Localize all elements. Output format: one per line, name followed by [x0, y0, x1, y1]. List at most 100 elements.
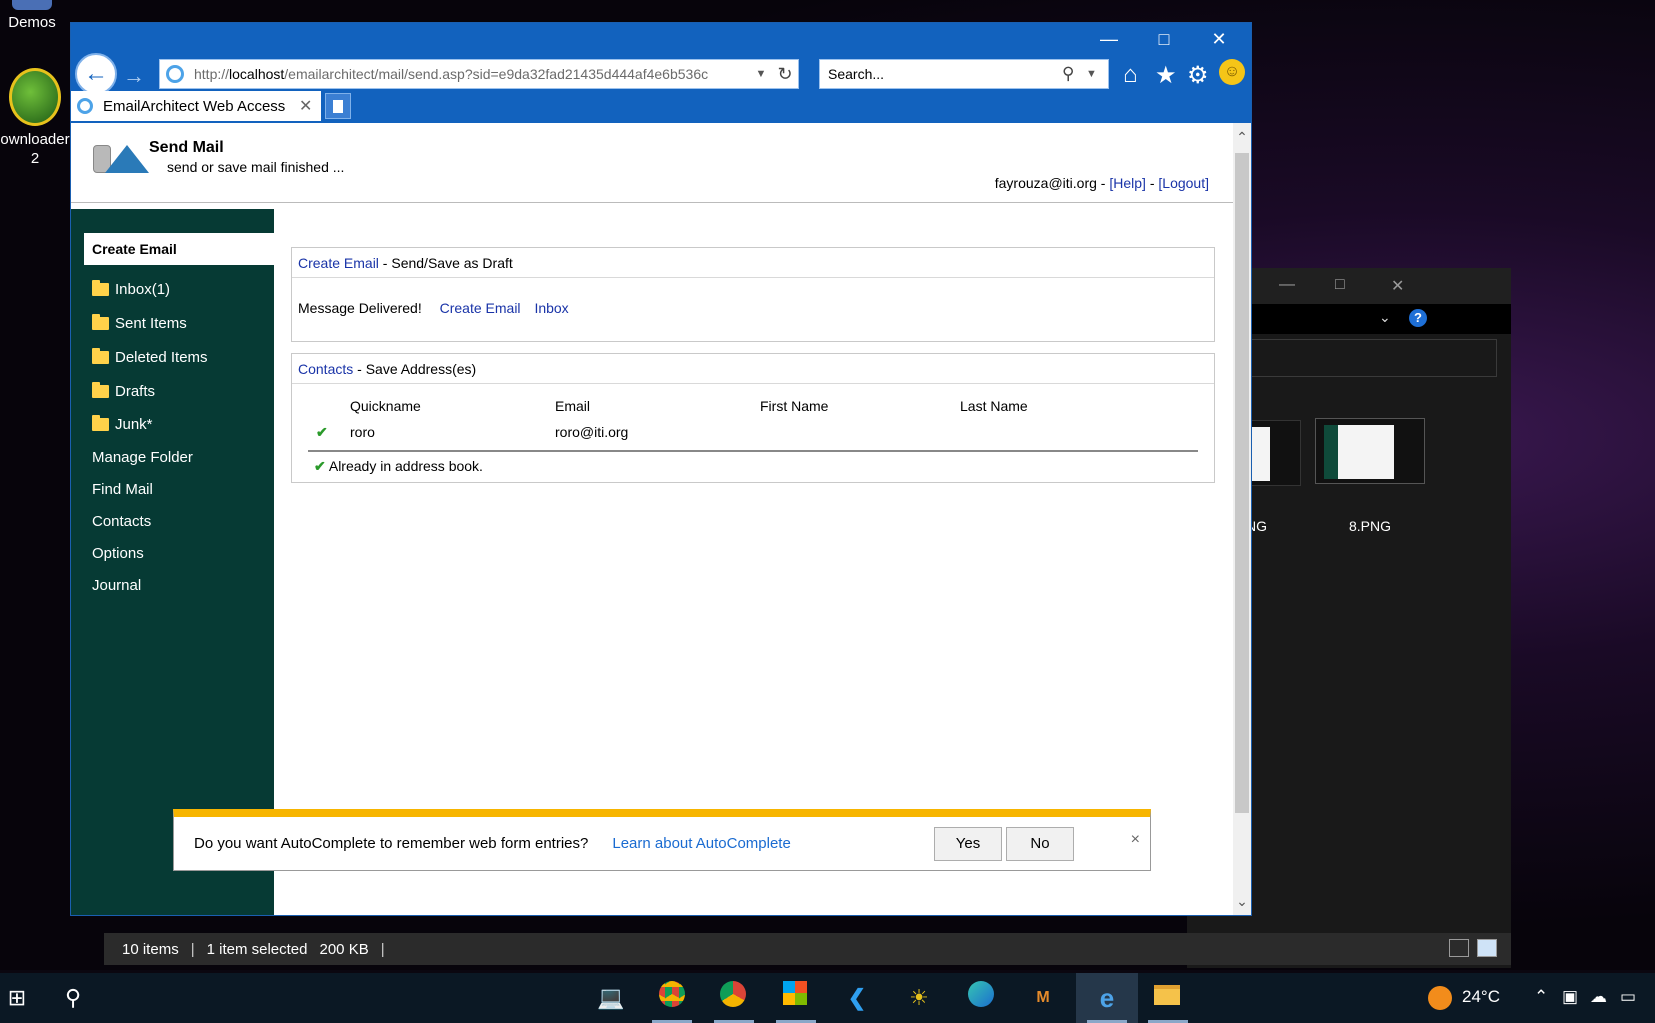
sidebar-item-deleted-items[interactable]: Deleted Items — [92, 348, 208, 366]
status-separator: | — [380, 940, 385, 958]
close-icon[interactable]: ✕ — [1196, 29, 1242, 50]
tab-active[interactable]: EmailArchitect Web Access ✕ — [71, 91, 321, 121]
sidebar-item-label: Sent Items — [115, 315, 187, 332]
mfc-app-icon[interactable]: M — [1026, 981, 1060, 1015]
page-subtitle: send or save mail finished ... — [167, 159, 345, 175]
help-link[interactable]: [Help] — [1109, 175, 1146, 191]
sidebar-create-email[interactable]: Create Email — [84, 233, 274, 265]
create-email-link[interactable]: Create Email — [440, 300, 521, 316]
panel-title: - Save Address(es) — [353, 361, 477, 377]
temperature[interactable]: 24°C — [1462, 987, 1500, 1007]
panel-header: Create Email - Send/Save as Draft — [292, 248, 1214, 278]
send-mail-icon — [93, 141, 149, 177]
help-icon[interactable]: ? — [1409, 309, 1427, 327]
user-email: fayrouza@iti.org — [994, 175, 1097, 191]
column-header: Last Name — [960, 398, 1028, 414]
desktop-icon-label: Demos — [8, 14, 56, 31]
sidebar-item-inbox[interactable]: Inbox(1) — [92, 280, 170, 298]
close-icon[interactable]: ✕ — [1391, 276, 1404, 296]
logout-link[interactable]: [Logout] — [1158, 175, 1209, 191]
home-icon[interactable]: ⌂ — [1123, 61, 1138, 89]
folder-icon — [92, 348, 109, 364]
ie-page-icon — [166, 65, 184, 83]
arrow-left-icon: ← — [84, 60, 108, 87]
chrome-icon[interactable] — [655, 981, 689, 1015]
maximize-icon[interactable]: □ — [1141, 29, 1187, 50]
search-input[interactable]: Search... ⚲ ▼ — [819, 59, 1109, 89]
chrome-profile-icon[interactable] — [716, 981, 750, 1015]
page-title: Send Mail — [149, 139, 224, 156]
close-tab-icon[interactable]: ✕ — [299, 96, 321, 116]
learn-autocomplete-link[interactable]: Learn about AutoComplete — [612, 835, 790, 852]
minimize-icon[interactable]: — — [1086, 29, 1132, 50]
details-view-icon[interactable] — [1449, 939, 1469, 957]
meet-now-icon[interactable]: ▣ — [1562, 987, 1578, 1007]
downloader-icon[interactable]: ☀ — [902, 981, 936, 1015]
internet-explorer-icon[interactable]: e — [1090, 981, 1124, 1015]
windows-start-icon[interactable]: ⊞ — [0, 981, 34, 1015]
folder-icon — [92, 415, 109, 431]
contacts-link[interactable]: Contacts — [298, 361, 353, 377]
chevron-up-icon[interactable]: ⌃ — [1534, 987, 1548, 1007]
network-icon[interactable]: ▭ — [1620, 987, 1636, 1007]
vscode-icon[interactable]: ❮ — [840, 981, 874, 1015]
contacts-panel: Contacts - Save Address(es) Quickname Em… — [291, 353, 1215, 483]
edge-icon[interactable] — [964, 981, 998, 1015]
table-header-row: Quickname Email First Name Last Name — [300, 394, 1206, 420]
address-book-note: ✔ Already in address book. — [314, 458, 483, 475]
yes-button[interactable]: Yes — [934, 827, 1002, 861]
demos-icon — [12, 0, 52, 10]
chevron-down-icon[interactable]: ⌄ — [1379, 309, 1391, 326]
large-icons-view-icon[interactable] — [1477, 939, 1497, 957]
explorer-status-bar: 10 items | 1 item selected 200 KB | — [104, 933, 1511, 965]
create-email-link[interactable]: Create Email — [298, 255, 379, 271]
new-tab-button[interactable] — [325, 93, 351, 119]
onedrive-cloud-icon[interactable]: ☁ — [1590, 987, 1607, 1007]
file-explorer-icon[interactable] — [1150, 981, 1184, 1015]
search-icon[interactable]: ⚲ — [1062, 64, 1086, 84]
chevron-down-icon[interactable]: ▼ — [1086, 68, 1108, 80]
weather-icon[interactable] — [1428, 986, 1452, 1010]
maximize-icon[interactable]: □ — [1335, 276, 1345, 294]
panel-title: - Send/Save as Draft — [378, 255, 513, 271]
sidebar-item-find-mail[interactable]: Find Mail — [92, 481, 153, 498]
sidebar-item-junk[interactable]: Junk* — [92, 415, 153, 433]
desktop-icon-demos[interactable]: Demos — [0, 0, 64, 31]
office-icon[interactable] — [778, 981, 812, 1015]
forward-button[interactable]: → — [123, 63, 145, 89]
sidebar-item-drafts[interactable]: Drafts — [92, 382, 155, 400]
desktop-icon-downloader[interactable]: ownloader 2 — [0, 68, 70, 168]
back-button[interactable]: ← — [75, 53, 117, 95]
sidebar-item-manage-folder[interactable]: Manage Folder — [92, 449, 193, 466]
sidebar-item-sent-items[interactable]: Sent Items — [92, 314, 187, 332]
inbox-link[interactable]: Inbox — [534, 300, 568, 316]
url-text[interactable]: http://localhost/emailarchitect/mail/sen… — [194, 66, 750, 82]
ie-tab-icon — [77, 98, 93, 114]
chevron-down-icon[interactable]: ▼ — [750, 68, 772, 80]
gear-icon[interactable]: ⚙ — [1187, 61, 1209, 90]
minimize-icon[interactable]: — — [1279, 276, 1295, 294]
refresh-icon[interactable]: ↻ — [772, 64, 798, 85]
sidebar-item-journal[interactable]: Journal — [92, 577, 141, 594]
panel-body: Message Delivered! Create Email Inbox — [292, 278, 1214, 338]
computer-icon[interactable]: 💻 — [594, 981, 628, 1015]
scrollbar-thumb[interactable] — [1235, 153, 1249, 813]
chevron-up-icon[interactable]: ⌃ — [1233, 129, 1251, 146]
close-icon[interactable]: × — [1131, 831, 1140, 849]
user-bar: fayrouza@iti.org - [Help] - [Logout] — [995, 175, 1209, 191]
vertical-scrollbar[interactable]: ⌃ ⌄ — [1233, 123, 1251, 915]
chevron-down-icon[interactable]: ⌄ — [1233, 893, 1251, 910]
downloader-icon — [9, 68, 61, 126]
star-icon[interactable]: ★ — [1155, 61, 1177, 90]
no-button[interactable]: No — [1006, 827, 1074, 861]
column-header: Quickname — [350, 398, 421, 414]
search-icon[interactable]: ⚲ — [56, 981, 90, 1015]
address-bar[interactable]: http://localhost/emailarchitect/mail/sen… — [159, 59, 799, 89]
file-label[interactable]: 8.PNG — [1315, 518, 1425, 534]
cell-quickname: roro — [350, 424, 375, 440]
feedback-smiley-icon[interactable]: ☺ — [1219, 59, 1245, 85]
sidebar-item-options[interactable]: Options — [92, 545, 144, 562]
file-thumbnail[interactable] — [1315, 418, 1425, 484]
sidebar-item-contacts[interactable]: Contacts — [92, 513, 151, 530]
browser-window: — □ ✕ ← → http://localhost/emailarchitec… — [70, 22, 1252, 916]
